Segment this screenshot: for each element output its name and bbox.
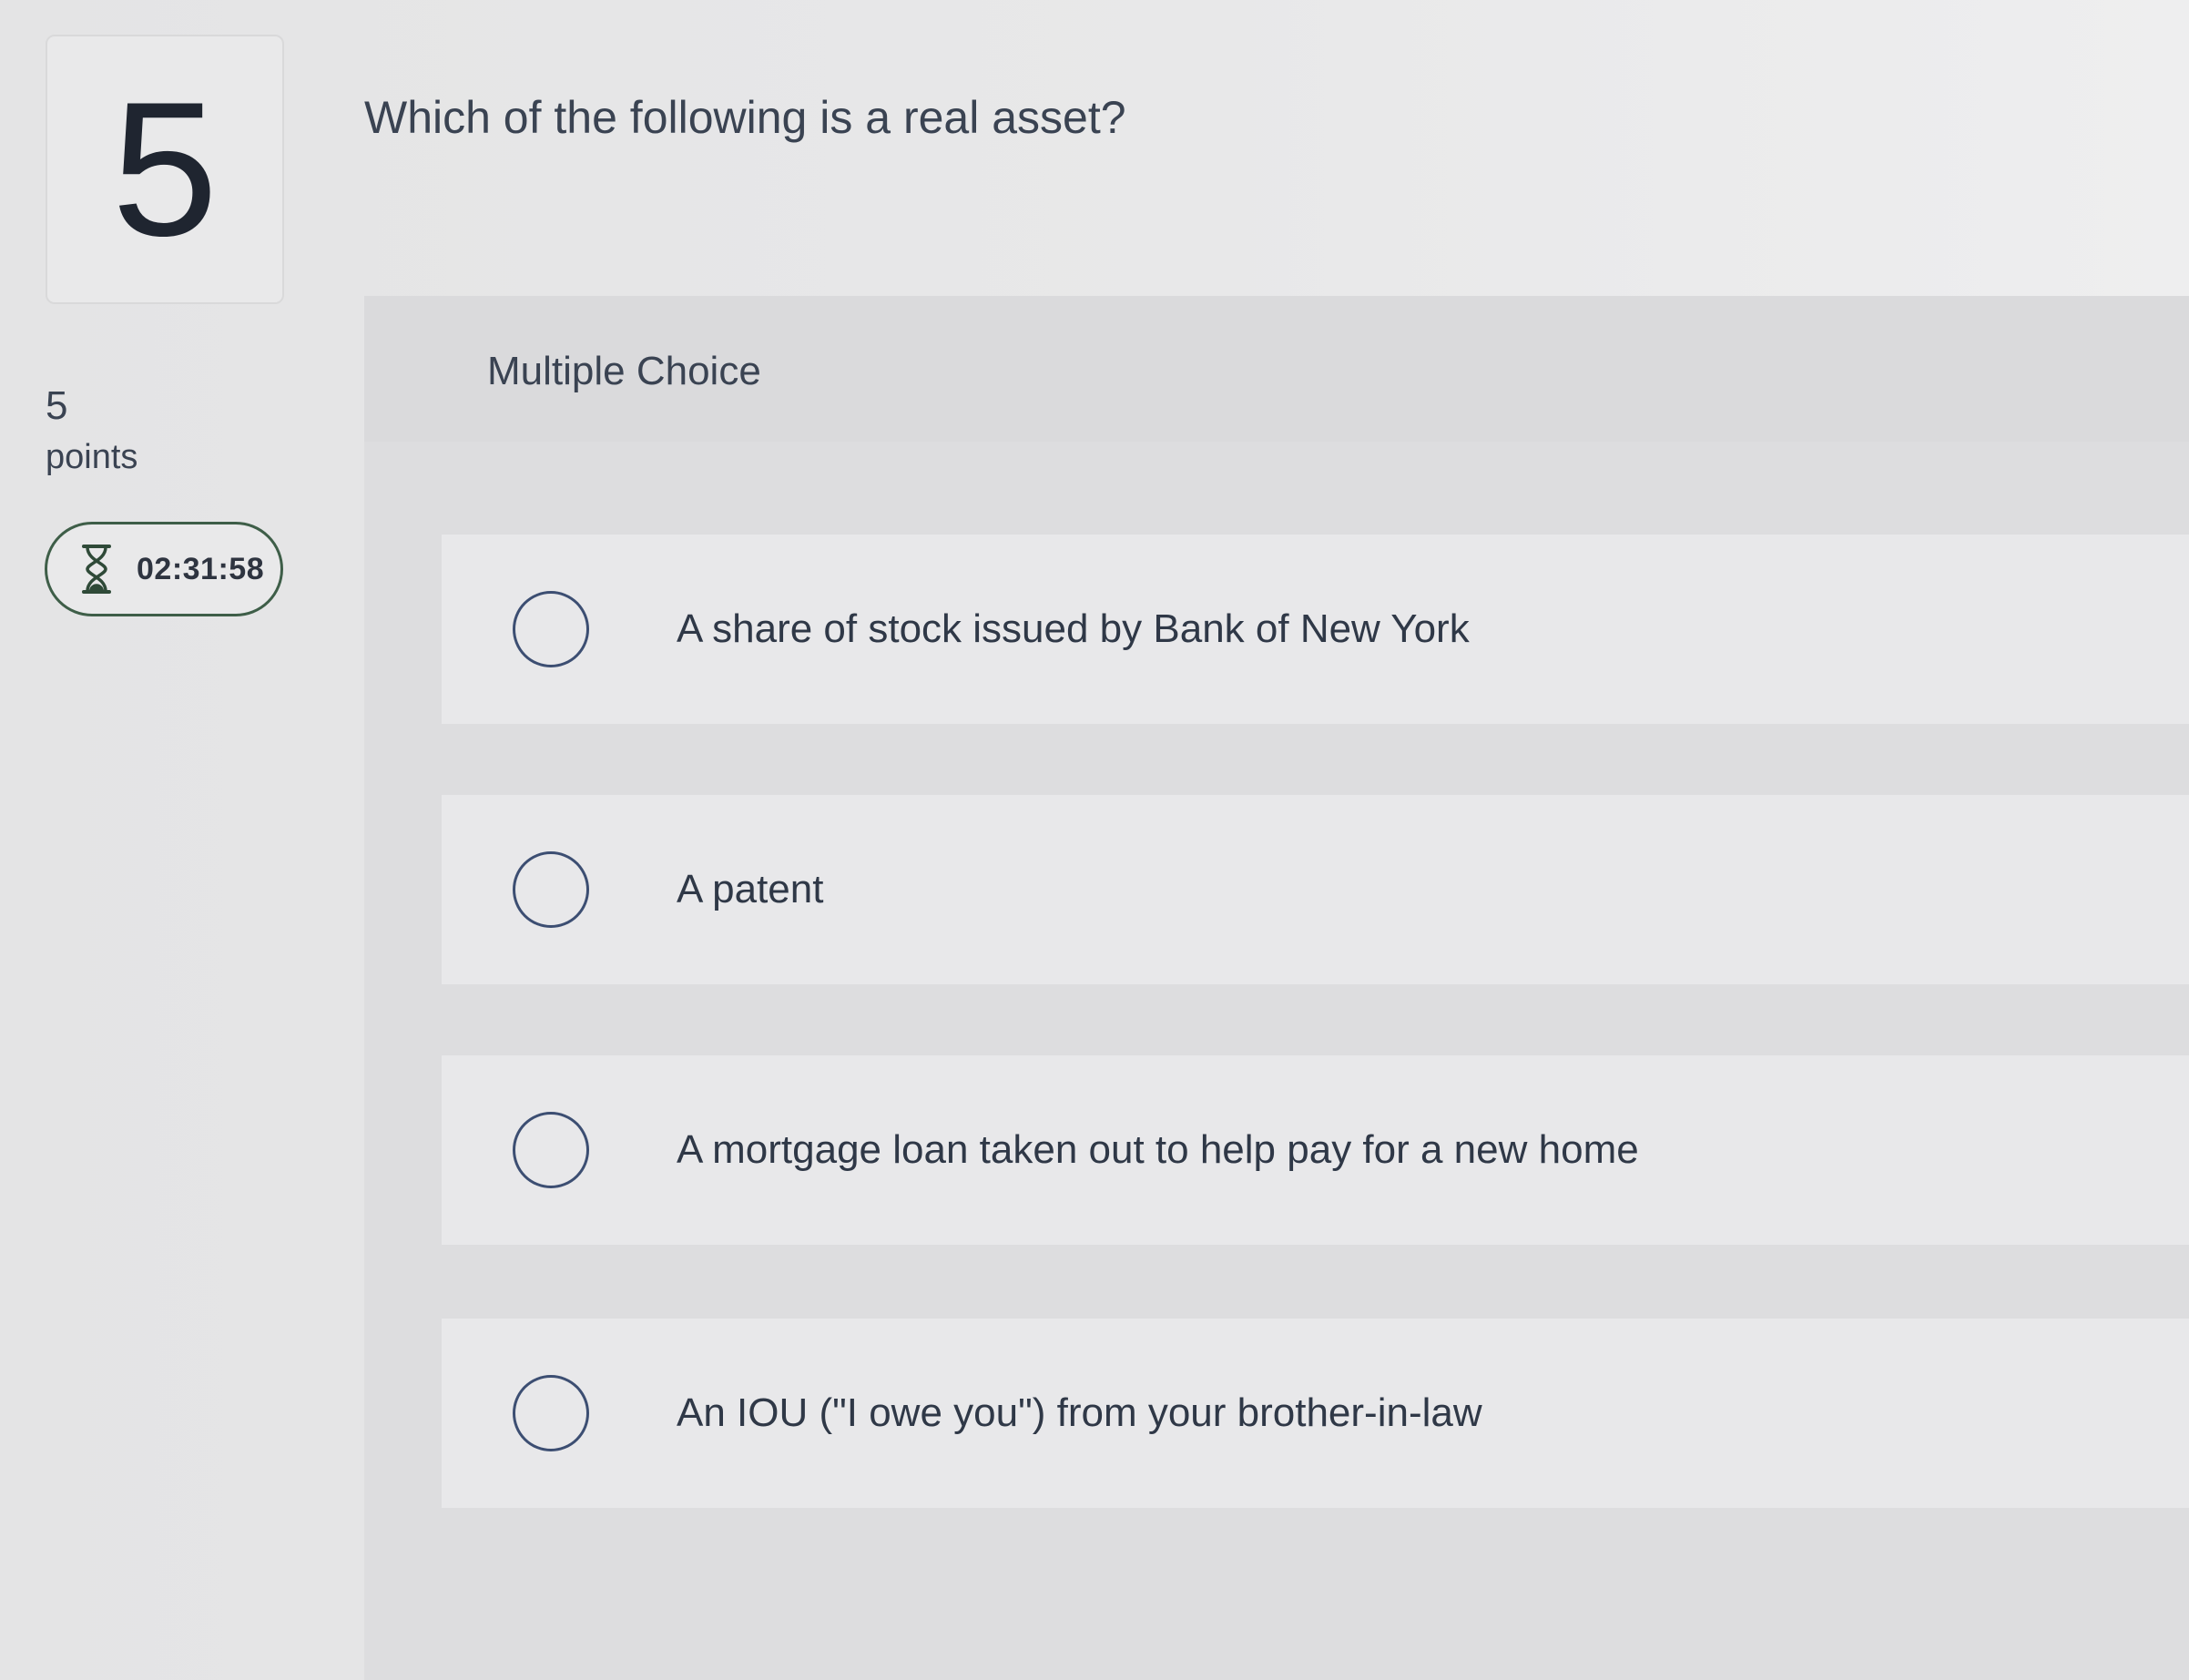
- radio-circle-icon[interactable]: [513, 591, 589, 667]
- question-type-label: Multiple Choice: [487, 349, 761, 393]
- timer-badge[interactable]: 02:31:58: [45, 522, 283, 616]
- question-number: 5: [111, 62, 219, 276]
- quiz-page: 5 Which of the following is a real asset…: [0, 0, 2189, 1680]
- answer-option[interactable]: A share of stock issued by Bank of New Y…: [442, 535, 2189, 724]
- radio-circle-icon[interactable]: [513, 1112, 589, 1188]
- points-label: points: [46, 438, 138, 476]
- question-number-box: 5: [46, 35, 284, 304]
- radio-circle-icon[interactable]: [513, 851, 589, 928]
- radio-circle-icon[interactable]: [513, 1375, 589, 1451]
- answer-option-label: A patent: [677, 867, 824, 911]
- answer-option-label: A share of stock issued by Bank of New Y…: [677, 606, 1470, 651]
- question-text: Which of the following is a real asset?: [364, 92, 1126, 143]
- points-info: 5 points: [46, 381, 137, 483]
- answer-option-label: An IOU ("I owe you") from your brother-i…: [677, 1390, 1482, 1435]
- answer-panel-header: Multiple Choice: [364, 296, 2189, 442]
- answer-panel: Multiple Choice A share of stock issued …: [364, 296, 2189, 1680]
- answer-option[interactable]: A mortgage loan taken out to help pay fo…: [442, 1055, 2189, 1245]
- answer-option[interactable]: A patent: [442, 795, 2189, 984]
- answer-option[interactable]: An IOU ("I owe you") from your brother-i…: [442, 1319, 2189, 1508]
- timer-text: 02:31:58: [137, 551, 265, 586]
- answer-option-label: A mortgage loan taken out to help pay fo…: [677, 1127, 1639, 1172]
- hourglass-icon: [82, 545, 111, 594]
- points-value: 5: [46, 383, 68, 428]
